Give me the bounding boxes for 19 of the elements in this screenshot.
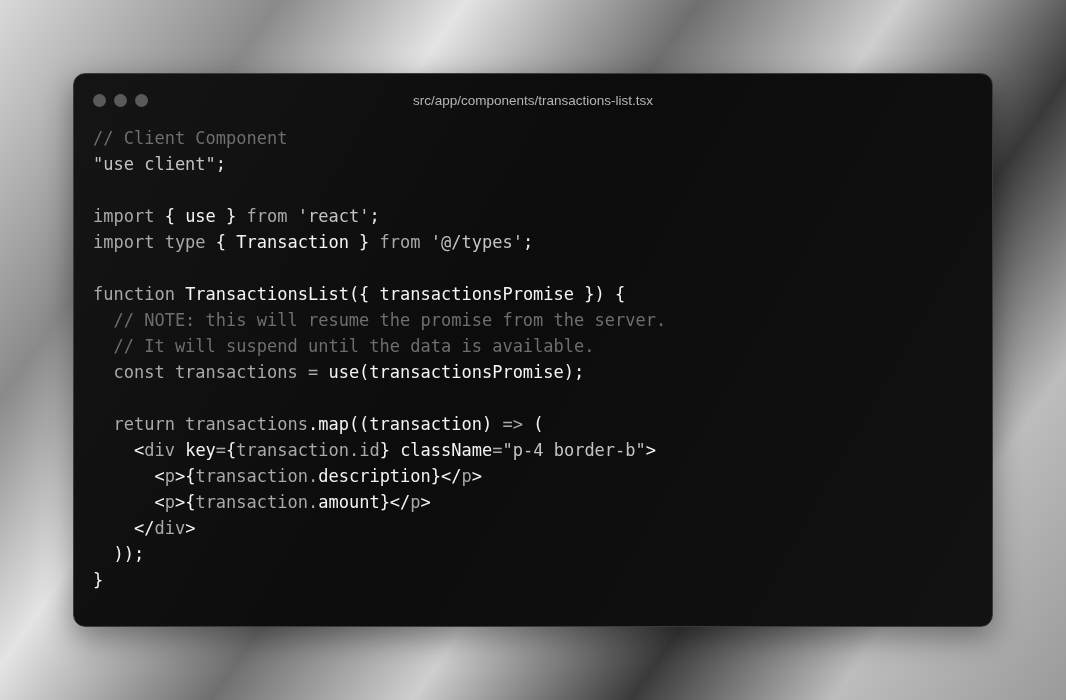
code-line: } [93,569,104,592]
code-line: import type { Transaction } from '@/types'; [93,231,534,254]
window-control-icon[interactable] [93,93,106,107]
code-line: // Client Component [93,127,288,150]
code-line: function TransactionsList({ transactionsPromise }) { [93,283,626,306]
code-line: <div key={transaction.id} className="p-4 border-b"> [132,439,657,462]
code-line: </div> [132,517,196,540]
code-line: // NOTE: this will resume the promise from the server. [112,309,667,332]
window-control-icon[interactable] [135,93,148,107]
window-title: src/app/components/transactions-list.tsx [412,92,654,108]
code-line: return transactions.map((transaction) => ( [112,413,544,436]
window-control-icon[interactable] [114,93,127,107]
code-line: <p>{transaction.description}</p> [153,465,482,488]
code-line: const transactions = use(transactionsPromise); [112,361,585,384]
code-line: "use client"; [93,153,227,176]
code-line: // It will suspend until the data is available. [112,335,595,358]
code-line: import { use } from 'react'; [93,205,380,228]
code-line: <p>{transaction.amount}</p> [153,491,431,514]
code-line: )); [112,543,145,566]
